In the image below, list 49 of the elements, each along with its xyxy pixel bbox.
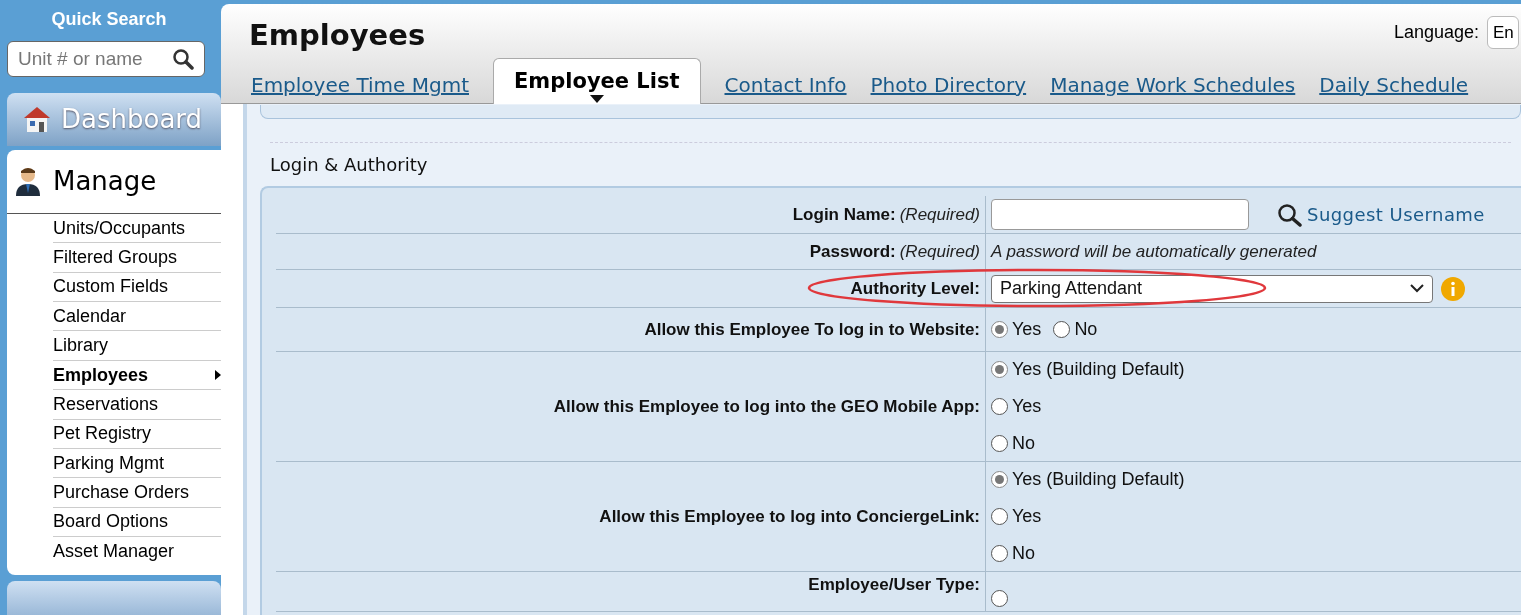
section-title: Login & Authority (269, 153, 429, 177)
quick-search-field[interactable]: Unit # or name (7, 41, 205, 77)
placeholder-text: Unit # or name (18, 46, 143, 71)
field-label: Password: (809, 240, 896, 263)
tab[interactable]: Photo Directory (870, 67, 1027, 103)
radio-label: No (1012, 432, 1035, 455)
search-icon (1277, 202, 1303, 227)
tab[interactable]: Contact Info (724, 67, 847, 103)
tab[interactable]: Daily Schedule (1319, 67, 1469, 103)
radio-button[interactable] (991, 471, 1008, 488)
required-note: (Required) (899, 240, 980, 263)
radio-label: No (1012, 542, 1035, 565)
language-label: Language: (1393, 21, 1479, 44)
radio-button[interactable] (991, 589, 1008, 607)
field-label: Allow this Employee to log into the GEO Mobile App: (553, 395, 980, 418)
field-label: Allow this Employee To log in to Website: (644, 318, 980, 341)
quick-search-title: Quick Search (50, 8, 168, 31)
authority-level-select[interactable]: Parking Attendant (991, 274, 1433, 303)
person-icon (15, 166, 41, 197)
radio-button[interactable] (991, 361, 1008, 378)
language-select[interactable]: En (1487, 16, 1519, 49)
radio-label: No (1074, 318, 1098, 341)
radio-button[interactable] (991, 321, 1008, 338)
radio-label: Yes (Building Default) (1012, 358, 1185, 381)
radio-button[interactable] (991, 545, 1008, 562)
field-label: Employee/User Type: (808, 574, 980, 596)
radio-button[interactable] (991, 435, 1008, 452)
chevron-down-icon (1410, 284, 1424, 293)
sidebar-item[interactable]: Asset Manager (53, 537, 221, 567)
manage-heading: Manage (53, 164, 157, 198)
radio-button[interactable] (991, 508, 1008, 525)
field-label: Authority Level: (850, 277, 980, 300)
search-icon (172, 47, 194, 70)
radio-button[interactable] (991, 398, 1008, 415)
suggest-username-link[interactable]: Suggest Username (1277, 201, 1485, 228)
radio-label: Yes (Building Default) (1012, 468, 1185, 491)
tab[interactable]: Employee List (493, 58, 701, 104)
radio-label: Yes (1012, 395, 1042, 418)
tab[interactable]: Manage Work Schedules (1050, 67, 1296, 103)
page-title: Employees (249, 17, 426, 54)
login-name-field[interactable] (991, 199, 1249, 230)
password-hint: A password will be automatically generated (991, 240, 1317, 263)
field-label: Login Name: (792, 203, 896, 226)
radio-label: Yes (1012, 318, 1042, 341)
radio-label: Yes (1012, 505, 1042, 528)
tab[interactable]: Employee Time Mgmt (251, 67, 469, 103)
radio-button[interactable] (1053, 321, 1071, 338)
required-note: (Required) (899, 203, 980, 226)
field-label: Allow this Employee to log into ConciergeLink: (599, 505, 980, 528)
